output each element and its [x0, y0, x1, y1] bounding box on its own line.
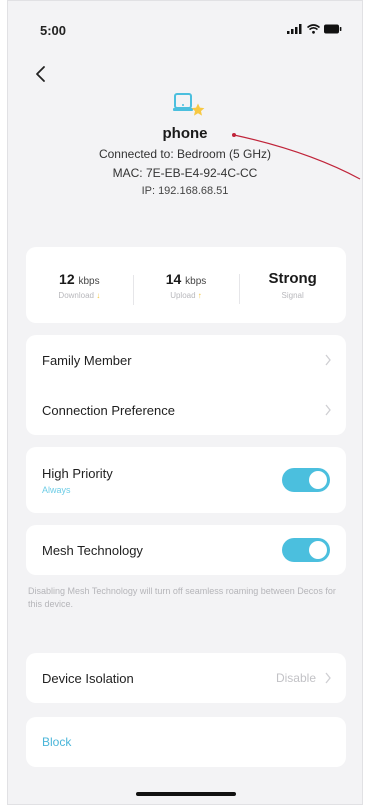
high-priority-toggle[interactable]: [282, 468, 330, 492]
mesh-technology-label: Mesh Technology: [42, 542, 143, 558]
download-arrow-icon: ↓: [96, 290, 101, 300]
signal-label: Signal: [281, 291, 304, 300]
settings-menu-card: Family Member Connection Preference: [26, 335, 346, 435]
ip-address-text: IP: 192.168.68.51: [141, 185, 229, 197]
chevron-right-icon: [325, 354, 331, 366]
high-priority-card: High Priority Always: [26, 447, 346, 513]
download-value: 12: [59, 270, 75, 287]
mesh-technology-hint: Disabling Mesh Technology will turn off …: [28, 586, 336, 609]
device-isolation-label: Device Isolation: [42, 670, 134, 686]
connected-to-text: Connected to: Bedroom (5 GHz): [98, 147, 272, 161]
upload-stat: 14 kbps Upload ↑: [132, 270, 240, 305]
device-detail-screen: 5:00 phone Connected to: Bedroom (5 GHz)…: [7, 0, 363, 805]
high-priority-row: High Priority Always: [26, 447, 346, 513]
mesh-technology-card: Mesh Technology: [26, 525, 346, 575]
block-card: Block: [26, 717, 346, 767]
mesh-technology-toggle[interactable]: [282, 538, 330, 562]
connection-preference-label: Connection Preference: [42, 402, 175, 418]
signal-value: Strong: [268, 270, 317, 287]
device-icon: [165, 91, 205, 119]
connection-preference-row[interactable]: Connection Preference: [26, 385, 346, 435]
family-member-label: Family Member: [42, 352, 132, 368]
upload-value: 14: [165, 270, 182, 287]
status-icons: [287, 24, 342, 34]
download-stat: 12 kbps Download ↓: [26, 271, 133, 300]
cellular-signal-icon: [287, 24, 302, 34]
upload-arrow-icon: ↑: [197, 290, 202, 300]
status-bar: 5:00: [8, 19, 362, 43]
device-name: phone: [162, 125, 208, 142]
signal-stat: Strong Signal: [239, 270, 346, 304]
upload-label: Upload: [170, 290, 196, 300]
upload-unit: kbps: [185, 275, 207, 287]
status-time: 5:00: [40, 23, 67, 38]
home-indicator: [136, 792, 236, 796]
device-header: phone Connected to: Bedroom (5 GHz) MAC:…: [8, 91, 362, 197]
high-priority-label: High Priority: [42, 465, 113, 481]
back-icon[interactable]: [30, 63, 52, 85]
chevron-right-icon: [325, 672, 331, 684]
download-unit: kbps: [78, 275, 100, 287]
traffic-stats-card: 12 kbps Download ↓ 14 kbps Upload ↑ Stro…: [26, 247, 346, 323]
block-button[interactable]: Block: [42, 735, 71, 749]
wifi-icon: [307, 24, 320, 34]
download-label: Download: [58, 290, 94, 300]
high-priority-schedule[interactable]: Always: [42, 485, 71, 495]
family-member-row[interactable]: Family Member: [26, 335, 346, 385]
battery-icon: [324, 24, 342, 34]
block-row[interactable]: Block: [26, 717, 346, 767]
device-isolation-value: Disable: [275, 671, 316, 685]
chevron-right-icon: [325, 404, 331, 416]
favorite-star-icon: [191, 103, 205, 116]
device-isolation-card: Device Isolation Disable: [26, 653, 346, 703]
device-isolation-row[interactable]: Device Isolation Disable: [26, 653, 346, 703]
mac-address-text: MAC: 7E-EB-E4-92-4C-CC: [112, 166, 258, 180]
mesh-technology-row: Mesh Technology: [26, 525, 346, 575]
